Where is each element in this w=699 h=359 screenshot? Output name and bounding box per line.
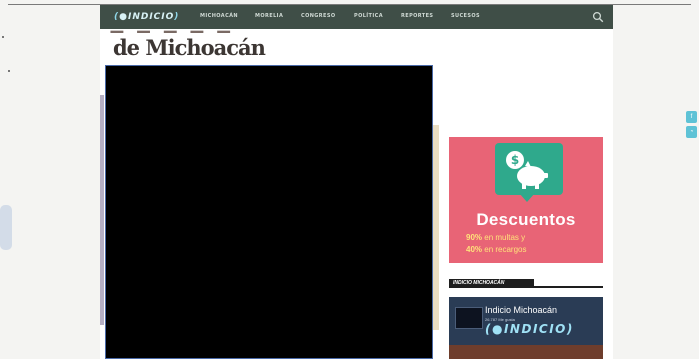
- nav-item-morelia[interactable]: MORELIA: [255, 13, 283, 19]
- section-divider: [534, 286, 603, 288]
- fines-text: en multas y: [484, 233, 526, 242]
- background-image-edge: [100, 95, 104, 325]
- video-player[interactable]: [105, 65, 433, 359]
- nav-item-congreso[interactable]: CONGRESO: [301, 13, 336, 19]
- piggy-bank-dollar-icon: $: [506, 151, 548, 189]
- widget-page-name[interactable]: Indicio Michoacán: [485, 305, 557, 315]
- facebook-icon[interactable]: f: [686, 111, 697, 123]
- fines-percent: 90%: [466, 233, 483, 242]
- nav-item-politica[interactable]: POLÍTICA: [354, 13, 383, 19]
- search-icon[interactable]: [592, 11, 604, 23]
- widget-logo: (●INDICIO): [485, 322, 574, 336]
- scan-artifact: [0, 205, 12, 250]
- site-logo[interactable]: (●INDICIO): [110, 10, 183, 24]
- facebook-page-widget[interactable]: Indicio Michoacán 26.787 Me gusta (●INDI…: [449, 297, 603, 359]
- logo-dot-icon: ●: [119, 12, 128, 22]
- article-headline: de Michoacán: [113, 35, 266, 60]
- nav-item-reportes[interactable]: REPORTES: [401, 13, 433, 19]
- ad-line-fines: 90% en multas y: [466, 233, 525, 242]
- ad-title: Descuentos: [476, 210, 576, 229]
- speech-bubble: $: [495, 143, 563, 195]
- discount-ad-banner[interactable]: $ Descuentos 90% en multas y 40% en reca…: [449, 137, 603, 263]
- speech-bubble-tail: [519, 193, 535, 202]
- page-content: (●INDICIO) MICHOACÁN MORELIA CONGRESO PO…: [100, 5, 613, 359]
- nav-item-sucesos[interactable]: SUCESOS: [451, 13, 480, 19]
- rss-icon[interactable]: ◔: [686, 126, 697, 138]
- widget-cover-image: [449, 345, 603, 359]
- background-image-edge: [433, 125, 439, 330]
- scan-mark: [2, 36, 4, 38]
- scan-mark: [8, 70, 10, 72]
- svg-text:$: $: [511, 153, 519, 167]
- ad-line-surcharges: 40% en recargos: [466, 245, 527, 254]
- headline-previous-line: ▪ ▪ ▪ ▪ ▪: [108, 23, 368, 33]
- surcharges-percent: 40%: [466, 245, 483, 254]
- surcharges-text: en recargos: [484, 245, 527, 254]
- page-avatar: [455, 307, 483, 329]
- nav-item-michoacan[interactable]: MICHOACÁN: [200, 13, 238, 19]
- section-title: INDICIO MICHOACÁN: [449, 279, 534, 288]
